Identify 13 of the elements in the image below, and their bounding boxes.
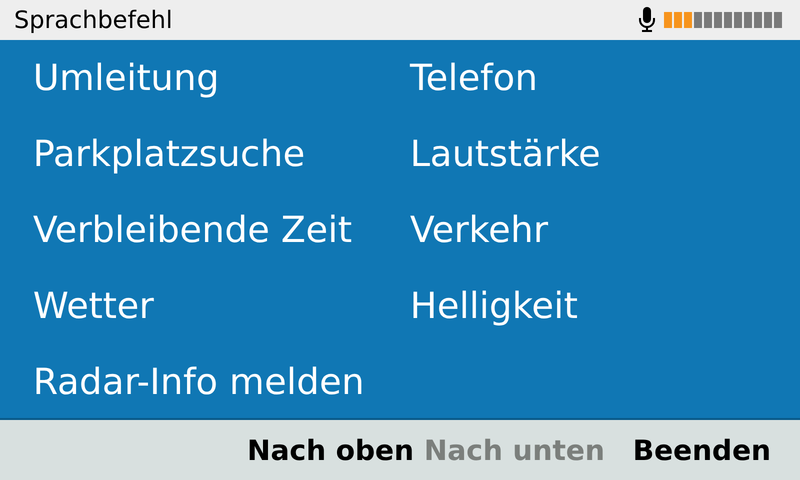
screen-title: Sprachbefehl (14, 6, 174, 34)
microphone-icon (639, 7, 655, 33)
command-item[interactable]: Parkplatzsuche (33, 134, 306, 175)
command-item[interactable]: Helligkeit (410, 286, 578, 327)
command-item[interactable]: Wetter (33, 286, 154, 327)
command-item[interactable]: Radar-Info melden (33, 362, 364, 403)
command-item[interactable]: Umleitung (33, 58, 220, 99)
footer-button[interactable]: Beenden (628, 434, 776, 466)
command-item[interactable]: Verkehr (410, 210, 548, 251)
footer-button[interactable]: Nach oben (242, 434, 419, 466)
command-item[interactable]: Telefon (410, 58, 538, 99)
command-item[interactable]: Verbleibende Zeit (33, 210, 352, 251)
command-item[interactable]: Lautstärke (410, 134, 600, 175)
